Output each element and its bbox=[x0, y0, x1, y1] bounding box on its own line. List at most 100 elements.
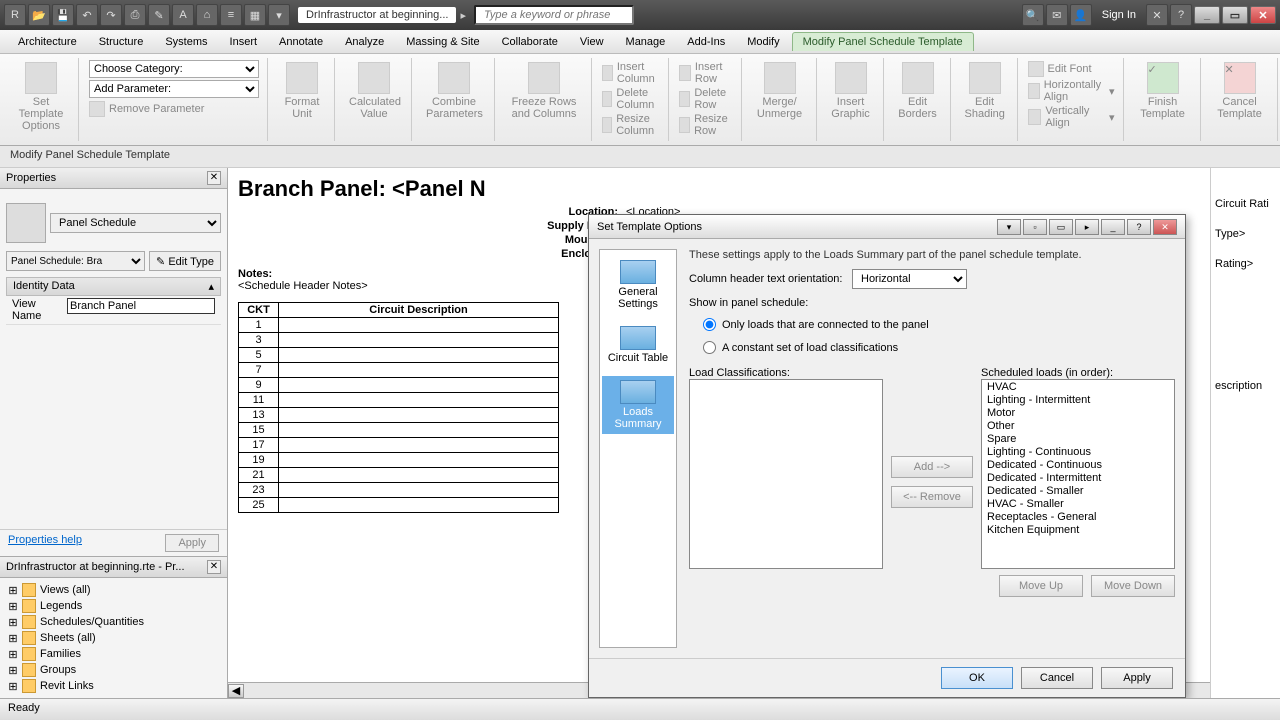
tab-modify[interactable]: Modify bbox=[737, 33, 789, 51]
qat-icon[interactable]: ▦ bbox=[244, 4, 266, 26]
radio-connected-loads[interactable] bbox=[703, 318, 716, 331]
table-row[interactable]: 17 bbox=[239, 438, 559, 453]
tab-analyze[interactable]: Analyze bbox=[335, 33, 394, 51]
prop-group[interactable]: Identity Data▴ bbox=[6, 277, 221, 296]
list-item[interactable]: Dedicated - Intermittent bbox=[983, 472, 1173, 485]
apply-button[interactable]: Apply bbox=[1101, 667, 1173, 689]
tab-annotate[interactable]: Annotate bbox=[269, 33, 333, 51]
list-item[interactable]: Receptacles - General bbox=[983, 511, 1173, 524]
radio-constant-set[interactable] bbox=[703, 341, 716, 354]
list-item[interactable]: Lighting - Intermittent bbox=[983, 394, 1173, 407]
tree-item[interactable]: ⊞Revit Links bbox=[4, 678, 223, 694]
list-item[interactable]: Kitchen Equipment bbox=[983, 524, 1173, 537]
comm-icon[interactable]: ✉ bbox=[1046, 4, 1068, 26]
side-general-settings[interactable]: General Settings bbox=[602, 256, 674, 314]
tab-manage[interactable]: Manage bbox=[616, 33, 676, 51]
table-row[interactable]: 5 bbox=[239, 348, 559, 363]
search-icon[interactable]: 🔍 bbox=[1022, 4, 1044, 26]
tree-item[interactable]: ⊞Groups bbox=[4, 662, 223, 678]
load-class-listbox[interactable] bbox=[689, 379, 883, 569]
qat-icon[interactable]: ⌂ bbox=[196, 4, 218, 26]
tab-modify-panel-schedule[interactable]: Modify Panel Schedule Template bbox=[792, 32, 974, 51]
table-row[interactable]: 11 bbox=[239, 393, 559, 408]
table-row[interactable]: 1 bbox=[239, 318, 559, 333]
restore-icon[interactable]: ▭ bbox=[1222, 6, 1248, 24]
dlg-btn-icon[interactable]: ▫ bbox=[1023, 219, 1047, 235]
cancel-template-button[interactable]: ✕Cancel Template bbox=[1211, 60, 1269, 122]
list-item[interactable]: HVAC bbox=[983, 381, 1173, 394]
add-parameter-select[interactable]: Add Parameter: bbox=[89, 80, 259, 98]
ok-button[interactable]: OK bbox=[941, 667, 1013, 689]
undo-icon[interactable]: ↶ bbox=[76, 4, 98, 26]
type-select[interactable]: Panel Schedule bbox=[50, 213, 221, 233]
redo-icon[interactable]: ↷ bbox=[100, 4, 122, 26]
view-name-input[interactable] bbox=[67, 298, 215, 314]
print-icon[interactable]: ⎙ bbox=[124, 4, 146, 26]
minimize-icon[interactable]: _ bbox=[1194, 6, 1220, 24]
scheduled-listbox[interactable]: HVACLighting - IntermittentMotorOtherSpa… bbox=[981, 379, 1175, 569]
dlg-btn-icon[interactable]: ▾ bbox=[997, 219, 1021, 235]
help-icon[interactable]: ? bbox=[1170, 4, 1192, 26]
side-loads-summary[interactable]: Loads Summary bbox=[602, 376, 674, 434]
qat-icon[interactable]: ▾ bbox=[268, 4, 290, 26]
qat-icon[interactable]: ≡ bbox=[220, 4, 242, 26]
side-circuit-table[interactable]: Circuit Table bbox=[602, 322, 674, 368]
search-input[interactable] bbox=[474, 5, 634, 25]
tab-architecture[interactable]: Architecture bbox=[8, 33, 87, 51]
tab-collaborate[interactable]: Collaborate bbox=[492, 33, 568, 51]
choose-category-select[interactable]: Choose Category: bbox=[89, 60, 259, 78]
table-row[interactable]: 23 bbox=[239, 483, 559, 498]
cancel-button[interactable]: Cancel bbox=[1021, 667, 1093, 689]
table-row[interactable]: 15 bbox=[239, 423, 559, 438]
tab-view[interactable]: View bbox=[570, 33, 614, 51]
close-icon[interactable]: ✕ bbox=[207, 560, 221, 574]
list-item[interactable]: Other bbox=[983, 420, 1173, 433]
tree-item[interactable]: ⊞Views (all) bbox=[4, 582, 223, 598]
remove-parameter-button[interactable]: Remove Parameter bbox=[89, 100, 204, 118]
dropdown-icon[interactable]: ▸ bbox=[456, 9, 470, 22]
list-item[interactable]: Motor bbox=[983, 407, 1173, 420]
table-row[interactable]: 25 bbox=[239, 498, 559, 513]
app-menu-icon[interactable]: R bbox=[4, 4, 26, 26]
close-icon[interactable]: ✕ bbox=[1250, 6, 1276, 24]
close-icon[interactable]: ✕ bbox=[1153, 219, 1177, 235]
dlg-btn-icon[interactable]: ▭ bbox=[1049, 219, 1073, 235]
table-row[interactable]: 13 bbox=[239, 408, 559, 423]
tree-item[interactable]: ⊞Legends bbox=[4, 598, 223, 614]
list-item[interactable]: Lighting - Continuous bbox=[983, 446, 1173, 459]
edit-type-button[interactable]: ✎ Edit Type bbox=[149, 251, 221, 271]
save-icon[interactable]: 💾 bbox=[52, 4, 74, 26]
orient-select[interactable]: Horizontal bbox=[852, 269, 967, 289]
list-item[interactable]: Spare bbox=[983, 433, 1173, 446]
table-row[interactable]: 7 bbox=[239, 363, 559, 378]
properties-help-link[interactable]: Properties help bbox=[8, 534, 82, 552]
tree-item[interactable]: ⊞Schedules/Quantities bbox=[4, 614, 223, 630]
list-item[interactable]: Dedicated - Continuous bbox=[983, 459, 1173, 472]
user-icon[interactable]: 👤 bbox=[1070, 4, 1092, 26]
list-item[interactable]: HVAC - Smaller bbox=[983, 498, 1173, 511]
close-icon[interactable]: ✕ bbox=[207, 171, 221, 185]
qat-icon[interactable]: A bbox=[172, 4, 194, 26]
instance-select[interactable]: Panel Schedule: Bra bbox=[6, 251, 145, 271]
apply-button[interactable]: Apply bbox=[165, 534, 219, 552]
table-row[interactable]: 19 bbox=[239, 453, 559, 468]
tab-addins[interactable]: Add-Ins bbox=[677, 33, 735, 51]
dlg-btn-icon[interactable]: ▸ bbox=[1075, 219, 1099, 235]
finish-template-button[interactable]: ✓Finish Template bbox=[1134, 60, 1192, 122]
table-row[interactable]: 9 bbox=[239, 378, 559, 393]
minimize-icon[interactable]: _ bbox=[1101, 219, 1125, 235]
exchange-icon[interactable]: ✕ bbox=[1146, 4, 1168, 26]
help-icon[interactable]: ? bbox=[1127, 219, 1151, 235]
tree-item[interactable]: ⊞Sheets (all) bbox=[4, 630, 223, 646]
open-icon[interactable]: 📂 bbox=[28, 4, 50, 26]
list-item[interactable]: Dedicated - Smaller bbox=[983, 485, 1173, 498]
tab-massing[interactable]: Massing & Site bbox=[396, 33, 489, 51]
set-template-button[interactable]: Set Template Options bbox=[12, 60, 70, 134]
tab-insert[interactable]: Insert bbox=[220, 33, 268, 51]
table-row[interactable]: 3 bbox=[239, 333, 559, 348]
table-row[interactable]: 21 bbox=[239, 468, 559, 483]
tab-systems[interactable]: Systems bbox=[155, 33, 217, 51]
tab-structure[interactable]: Structure bbox=[89, 33, 154, 51]
signin-link[interactable]: Sign In bbox=[1094, 9, 1144, 21]
tree-item[interactable]: ⊞Families bbox=[4, 646, 223, 662]
